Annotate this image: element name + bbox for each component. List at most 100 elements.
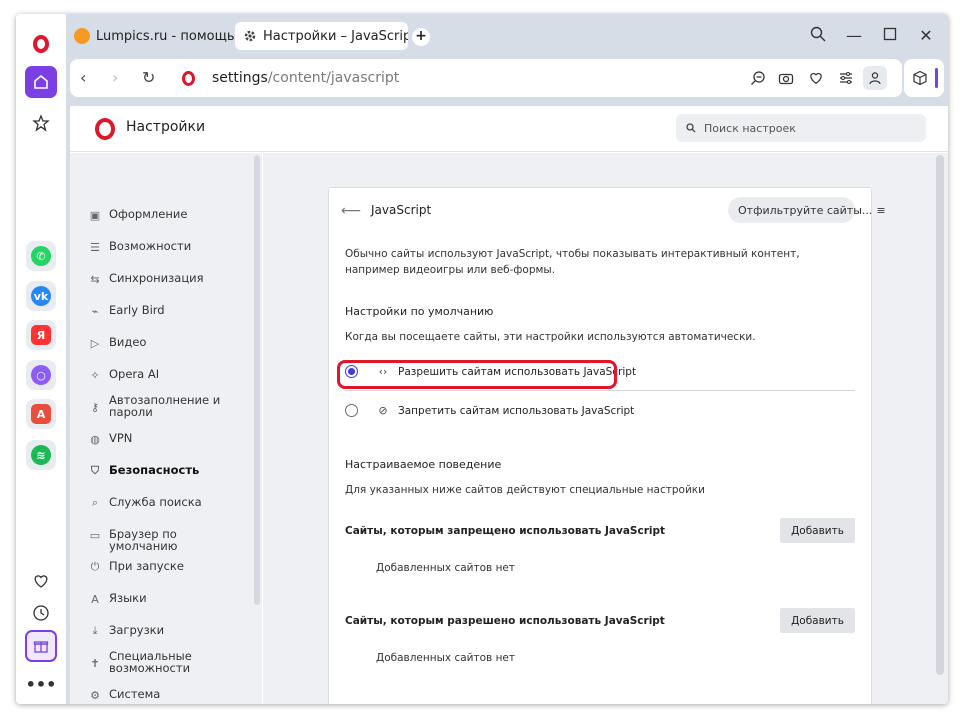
- alice-icon: ○: [31, 365, 51, 385]
- sync-icon: ⇆: [90, 272, 100, 286]
- nav-item-video[interactable]: ▷ Видео: [88, 336, 248, 350]
- reload-icon: ↻: [142, 68, 156, 87]
- opera-logo-icon: [33, 35, 49, 53]
- back-button[interactable]: ‹: [80, 68, 86, 87]
- nav-item-label: VPN: [109, 431, 133, 445]
- url-field[interactable]: settings/content/javascript: [212, 70, 399, 86]
- add-favorite-button[interactable]: [806, 68, 826, 88]
- nav-item-accessibility[interactable]: ✝ Специальные возможности: [88, 650, 248, 674]
- more-button[interactable]: •••: [25, 668, 57, 700]
- code-off-icon: ⊘: [378, 404, 388, 417]
- easy-setup-button[interactable]: [836, 68, 856, 88]
- add-allowed-site-button[interactable]: Добавить: [780, 608, 855, 633]
- snapshot-button[interactable]: [776, 68, 796, 88]
- custom-subtitle: Для указанных ниже сайтов действуют спец…: [345, 484, 705, 496]
- translate-app-button[interactable]: A: [25, 398, 57, 430]
- main-scrollbar[interactable]: [936, 155, 944, 675]
- nav-item-opera-ai[interactable]: ✧ Opera AI: [88, 368, 248, 382]
- search-icon: [686, 123, 696, 133]
- chevron-right-icon: ›: [112, 68, 119, 87]
- vk-icon: vk: [31, 286, 51, 306]
- new-tab-button[interactable]: +: [412, 28, 430, 46]
- gift-icon: [33, 641, 49, 653]
- nav-item-label: Браузер по умолчанию: [109, 527, 178, 553]
- home-button[interactable]: [25, 66, 57, 98]
- settings-main: ⟵ JavaScript Отфильтруйте сайты... ≡ Обы…: [263, 153, 948, 704]
- close-icon: ✕: [919, 26, 933, 45]
- add-blocked-site-button[interactable]: Добавить: [780, 518, 855, 543]
- nav-item-label: Служба поиска: [109, 495, 202, 509]
- radio-block-javascript[interactable]: ⊘ Запретить сайтам использовать JavaScri…: [345, 404, 634, 417]
- filter-sites-input[interactable]: Отфильтруйте сайты... ≡: [728, 197, 886, 223]
- profile-button[interactable]: [863, 66, 887, 90]
- chevron-left-icon: ‹: [80, 68, 87, 87]
- speed-dial-button[interactable]: [25, 107, 57, 139]
- lumpics-favicon-icon: [74, 28, 90, 44]
- nav-item-security[interactable]: ⛉ Безопасность: [88, 464, 248, 478]
- camera-icon: [778, 73, 794, 85]
- nav-scrollbar[interactable]: [254, 155, 260, 605]
- nav-item-search-engine[interactable]: ⌕ Служба поиска: [88, 496, 248, 510]
- minimize-button[interactable]: —: [844, 26, 864, 45]
- nav-item-label: Оформление: [109, 207, 188, 221]
- url-host: settings: [212, 70, 268, 86]
- nav-item-label: Видео: [109, 335, 147, 349]
- browser-window: ✆ vk Я ○ A ≋ ••• Lumpics.ru - помощь Нас…: [16, 14, 948, 704]
- nav-item-appearance[interactable]: ▣ Оформление: [88, 208, 248, 222]
- zoom-button[interactable]: [748, 68, 768, 88]
- radio-label: Запретить сайтам использовать JavaScript: [398, 404, 635, 417]
- vk-button[interactable]: vk: [25, 280, 57, 312]
- tab-lumpics[interactable]: Lumpics.ru - помощь с ко: [66, 22, 234, 50]
- default-heading: Настройки по умолчанию: [345, 305, 494, 318]
- radio-button[interactable]: [345, 404, 358, 417]
- gift-button[interactable]: [25, 630, 57, 662]
- nav-item-sync[interactable]: ⇆ Синхронизация: [88, 272, 248, 286]
- nav-item-label: Opera AI: [109, 367, 160, 381]
- yandex-button[interactable]: Я: [25, 319, 57, 351]
- heart-icon: [810, 72, 822, 85]
- download-icon: ⤓: [92, 624, 98, 637]
- nav-item-label: Специальные возможности: [109, 649, 192, 675]
- filter-placeholder: Отфильтруйте сайты...: [738, 203, 873, 217]
- tab-search-button[interactable]: [808, 26, 828, 46]
- forward-button[interactable]: ›: [112, 68, 118, 87]
- clock-icon: [33, 605, 49, 621]
- nav-item-vpn[interactable]: ◍ VPN: [88, 432, 248, 446]
- spotify-button[interactable]: ≋: [25, 439, 57, 471]
- extensions-button[interactable]: [904, 59, 944, 97]
- back-button[interactable]: ⟵: [341, 203, 361, 219]
- sidebar-indicator: [935, 68, 938, 88]
- nav-item-on-startup[interactable]: ⏻ При запуске: [88, 560, 248, 574]
- nav-item-label: Система: [109, 687, 161, 701]
- nav-item-system[interactable]: ⚙ Система: [88, 688, 248, 702]
- settings-search-input[interactable]: Поиск настроек: [676, 114, 926, 142]
- nav-item-downloads[interactable]: ⤓ Загрузки: [88, 624, 248, 638]
- history-button[interactable]: [25, 597, 57, 629]
- nav-item-early-bird[interactable]: ⌁ Early Bird: [88, 304, 248, 318]
- globe-icon: ◍: [90, 432, 100, 446]
- whatsapp-button[interactable]: ✆: [25, 240, 57, 272]
- nav-item-languages[interactable]: A Языки: [88, 592, 248, 606]
- reload-button[interactable]: ↻: [142, 68, 155, 87]
- blocked-empty-text: Добавленных сайтов нет: [376, 562, 516, 574]
- nav-item-label: Автозаполнение и пароли: [109, 393, 221, 419]
- favorites-button[interactable]: [25, 565, 57, 597]
- nav-item-default-browser[interactable]: ▭ Браузер по умолчанию: [88, 528, 248, 552]
- palette-icon: ▣: [89, 208, 101, 222]
- alice-button[interactable]: ○: [25, 359, 57, 391]
- translate-icon: A: [91, 592, 99, 606]
- maximize-button[interactable]: [880, 26, 900, 45]
- opera-menu-button[interactable]: [25, 28, 57, 60]
- tab-settings[interactable]: Настройки – JavaScript: [235, 22, 408, 50]
- minimize-icon: —: [846, 26, 862, 45]
- shield-icon: ⛉: [90, 464, 100, 477]
- search-icon: [810, 26, 826, 42]
- divider: [345, 390, 855, 391]
- sparkle-icon: ✧: [90, 368, 100, 382]
- close-button[interactable]: ✕: [916, 26, 936, 45]
- url-path: /content/javascript: [267, 70, 400, 86]
- nav-item-features[interactable]: ☰ Возможности: [88, 240, 248, 254]
- zoom-out-icon: [751, 71, 765, 85]
- nav-item-autofill[interactable]: ⚷ Автозаполнение и пароли: [88, 394, 248, 418]
- address-bar: ‹ › ↻ settings/content/javascript: [70, 59, 902, 97]
